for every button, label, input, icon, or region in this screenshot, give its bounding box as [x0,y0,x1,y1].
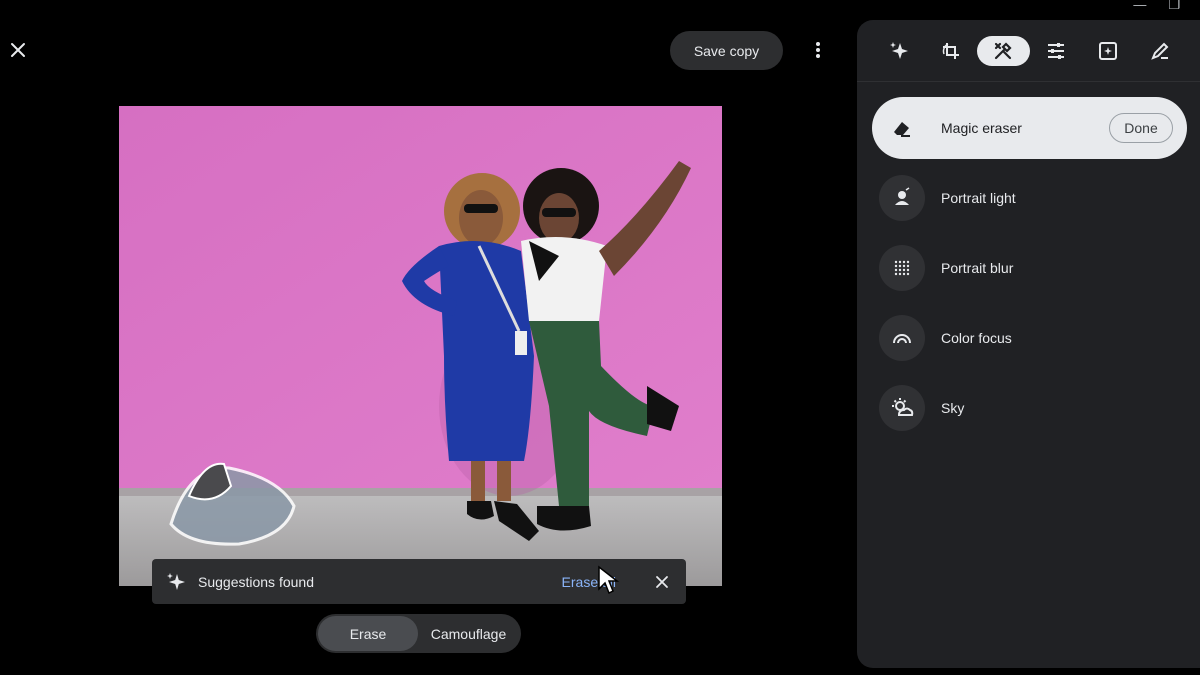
tab-crop[interactable] [925,36,977,66]
camouflage-mode-option[interactable]: Camouflage [418,616,519,651]
more-options-button[interactable] [806,38,830,62]
tool-item-color-focus[interactable]: Color focus [872,307,1187,369]
sliders-icon [1047,42,1064,59]
tool-item-label: Magic eraser [941,120,1022,136]
tools-list: Magic eraser Done Portrait light Portrai… [857,82,1200,439]
tab-tools[interactable] [977,35,1030,66]
photo-canvas[interactable] [119,106,722,586]
minimize-icon[interactable]: — [1133,0,1146,11]
eraser-icon [879,105,925,151]
tab-markup[interactable] [1134,36,1186,66]
color-focus-icon [879,315,925,361]
tool-item-label: Color focus [941,330,1012,346]
close-icon [11,43,25,57]
erase-mode-option[interactable]: Erase [318,616,418,651]
filter-icon [1098,41,1117,60]
tools-icon [995,41,1012,59]
tool-item-label: Portrait light [941,190,1016,206]
tool-item-magic-eraser[interactable]: Magic eraser Done [872,97,1187,159]
tool-tabs [857,20,1200,82]
tool-item-sky[interactable]: Sky [872,377,1187,439]
sparkle-icon [167,572,185,590]
dismiss-suggestions-button[interactable] [652,572,672,592]
photo-image [119,106,722,586]
tool-item-portrait-light[interactable]: Portrait light [872,167,1187,229]
save-copy-button[interactable]: Save copy [670,31,783,70]
tool-item-label: Portrait blur [941,260,1014,276]
window-controls: — ❐ [1133,0,1180,12]
tab-filters[interactable] [1082,36,1134,66]
crop-rotate-icon [943,42,960,59]
tab-adjust[interactable] [1030,36,1082,66]
portrait-light-icon [879,175,925,221]
sky-icon [879,385,925,431]
markup-pen-icon [1151,42,1169,60]
erase-mode-toggle: Erase Camouflage [316,614,521,653]
tool-item-label: Sky [941,400,965,416]
tab-suggestions[interactable] [873,36,925,66]
sparkle-icon [890,41,909,59]
restore-icon[interactable]: ❐ [1168,0,1180,11]
done-button[interactable]: Done [1109,113,1173,143]
mouse-cursor-icon [598,565,619,595]
close-button[interactable] [6,38,30,62]
suggestions-text: Suggestions found [198,573,314,590]
tool-item-portrait-blur[interactable]: Portrait blur [872,237,1187,299]
portrait-blur-icon [879,245,925,291]
close-icon [656,575,668,588]
editing-panel: Magic eraser Done Portrait light Portrai… [857,20,1200,668]
more-vert-icon [816,42,820,58]
